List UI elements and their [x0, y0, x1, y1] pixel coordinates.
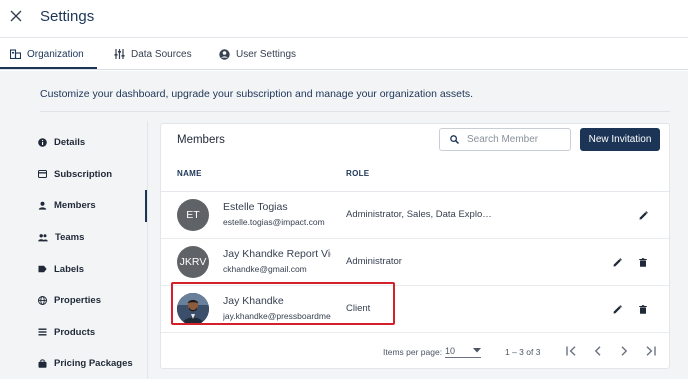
sidebar-item-labels[interactable]: Labels — [38, 259, 84, 279]
paginator: Items per page: 10 1 – 3 of 3 — [161, 336, 669, 366]
pencil-icon — [639, 210, 648, 219]
delete-button[interactable] — [636, 302, 650, 316]
highlight-box — [171, 282, 395, 325]
search-icon — [450, 135, 459, 144]
label-icon — [38, 265, 47, 273]
building-icon — [10, 49, 21, 59]
sidebar-item-members[interactable]: Members — [38, 195, 96, 215]
page-title: Settings — [40, 8, 95, 25]
top-bar: Settings — [0, 0, 688, 38]
settings-content: Customize your dashboard, upgrade your s… — [0, 71, 688, 379]
close-button[interactable] — [8, 8, 24, 24]
edit-button[interactable] — [610, 302, 624, 316]
settings-sidebar: Details Subscription Members Teams Label… — [0, 121, 148, 379]
info-icon — [38, 137, 47, 147]
sliders-icon — [114, 49, 125, 59]
table-row[interactable]: JKRV Jay Khandke Report Vie ckhandke@gma… — [161, 239, 669, 286]
pencil-icon — [613, 257, 622, 266]
items-per-page-label: Items per page: — [383, 347, 443, 357]
sidebar-item-label: Teams — [55, 231, 85, 243]
sidebar-item-subscription[interactable]: Subscription — [38, 164, 112, 184]
edit-button[interactable] — [636, 208, 650, 222]
close-icon — [10, 10, 22, 22]
sidebar-item-properties[interactable]: Properties — [38, 290, 101, 310]
members-card: Members New Invitation NAME ROLE ET Este… — [160, 123, 670, 369]
people-icon — [38, 233, 48, 241]
sidebar-item-label: Properties — [54, 294, 101, 306]
search-member-box[interactable] — [439, 128, 571, 151]
sidebar-divider — [147, 121, 148, 379]
pencil-icon — [613, 304, 622, 313]
column-header-name[interactable]: NAME — [177, 169, 202, 178]
active-tab-indicator — [0, 67, 97, 69]
dropdown-arrow-icon — [473, 348, 481, 353]
sidebar-item-label: Subscription — [54, 168, 113, 180]
new-invitation-button[interactable]: New Invitation — [580, 128, 660, 151]
sidebar-item-label: Members — [54, 199, 96, 211]
chevron-right-icon — [621, 346, 628, 356]
member-email: estelle.togias@impact.com — [223, 217, 325, 227]
member-name: Jay Khandke Report Vie — [223, 248, 331, 260]
tab-data-sources[interactable]: Data Sources — [114, 38, 192, 70]
credit-card-icon — [38, 170, 47, 178]
members-card-header: Members New Invitation — [161, 124, 669, 156]
previous-page-button[interactable] — [591, 344, 605, 358]
tab-user-settings[interactable]: User Settings — [219, 38, 296, 70]
avatar: JKRV — [177, 246, 209, 278]
member-email: ckhandke@gmail.com — [223, 264, 307, 274]
delete-button[interactable] — [636, 255, 650, 269]
trash-icon — [639, 304, 647, 314]
sidebar-item-products[interactable]: Products — [38, 322, 95, 342]
tab-organization[interactable]: Organization — [10, 38, 84, 70]
next-page-button[interactable] — [617, 344, 631, 358]
first-page-icon — [566, 346, 576, 356]
first-page-button[interactable] — [565, 344, 579, 358]
globe-icon — [38, 295, 47, 305]
sidebar-item-label: Labels — [54, 263, 85, 275]
tab-label: Organization — [27, 48, 84, 60]
member-role: Administrator, Sales, Data Explo… — [346, 209, 492, 220]
list-icon — [38, 328, 47, 336]
sidebar-item-details[interactable]: Details — [38, 132, 85, 152]
member-name: Estelle Togias — [223, 201, 288, 213]
search-member-input[interactable] — [467, 134, 567, 145]
member-role: Administrator — [346, 256, 402, 267]
tab-label: User Settings — [236, 48, 297, 60]
page-range: 1 – 3 of 3 — [505, 347, 541, 357]
sidebar-item-pricing-packages[interactable]: Pricing Packages — [38, 353, 133, 373]
card-title: Members — [177, 134, 225, 146]
bag-icon — [38, 358, 47, 368]
divider — [40, 111, 670, 112]
table-row[interactable]: Jay Khandke jay.khandke@pressboardmedia … — [161, 282, 669, 333]
trash-icon — [639, 257, 647, 267]
page-size-value: 10 — [445, 345, 456, 356]
last-page-button[interactable] — [643, 344, 657, 358]
chevron-left-icon — [594, 346, 601, 356]
account-circle-icon — [219, 48, 230, 60]
active-nav-indicator — [145, 190, 147, 222]
last-page-icon — [646, 346, 656, 356]
intro-text: Customize your dashboard, upgrade your s… — [40, 88, 474, 100]
sidebar-item-teams[interactable]: Teams — [38, 227, 84, 247]
sidebar-item-label: Products — [54, 326, 96, 338]
page-size-select[interactable]: 10 — [445, 344, 481, 358]
person-icon — [38, 201, 47, 210]
sidebar-item-label: Details — [54, 136, 86, 148]
column-header-role[interactable]: ROLE — [346, 169, 369, 178]
edit-button[interactable] — [610, 255, 624, 269]
tab-label: Data Sources — [131, 48, 192, 60]
table-row[interactable]: ET Estelle Togias estelle.togias@impact.… — [161, 192, 669, 239]
avatar: ET — [177, 199, 209, 231]
sidebar-item-label: Pricing Packages — [54, 357, 133, 369]
tab-bar: Organization Data Sources User Settings — [0, 38, 688, 70]
